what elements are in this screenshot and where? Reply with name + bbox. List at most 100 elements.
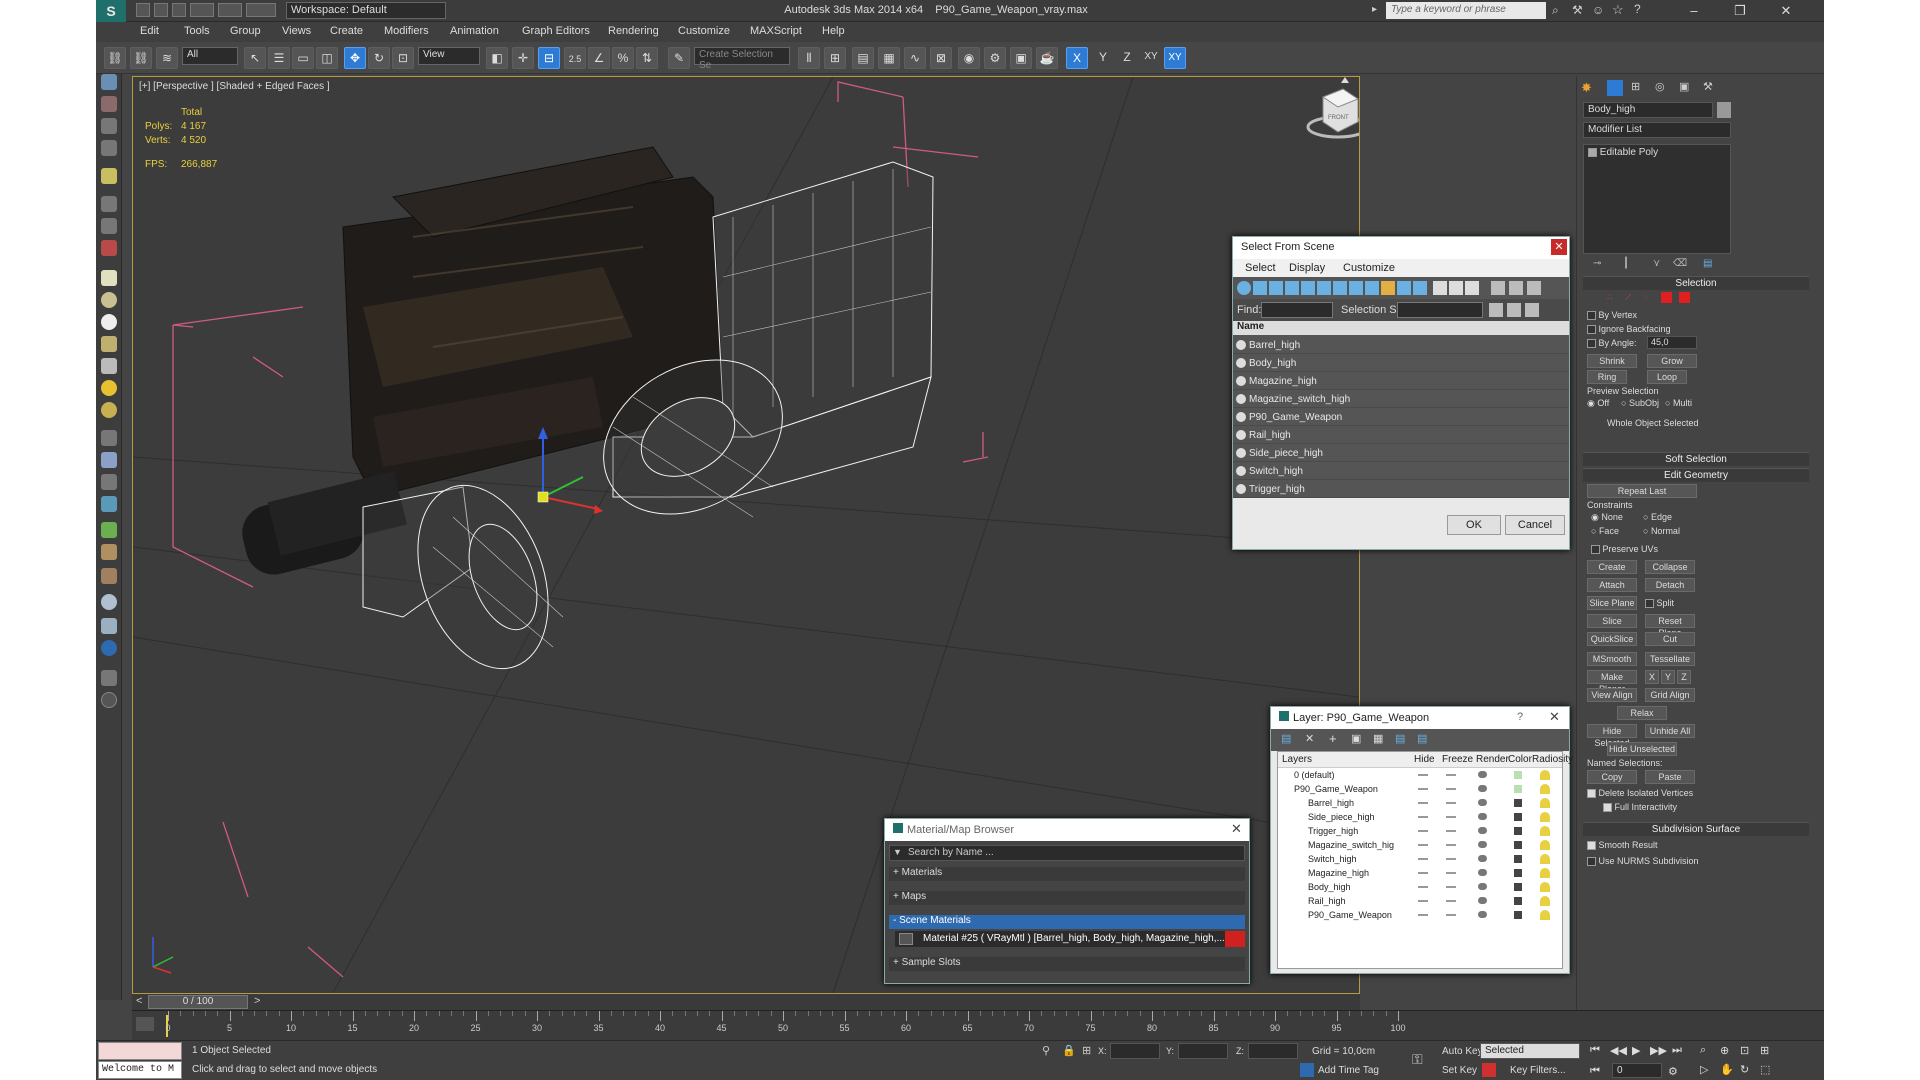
menu-graph-editors[interactable]: Graph Editors [522,25,590,37]
copy-button[interactable]: Copy [1587,770,1637,784]
set-key-mode-icon[interactable] [1482,1063,1496,1077]
select-none-icon[interactable] [1507,303,1521,317]
find-input[interactable] [1261,302,1333,318]
bind-space-warp-icon[interactable]: ≋ [156,47,178,69]
material-editor-icon[interactable]: ◉ [958,47,980,69]
paste-button[interactable]: Paste [1645,770,1695,784]
helper-icon[interactable] [101,196,117,212]
use-nurms-checkbox[interactable] [1587,857,1596,867]
select-objects-icon[interactable]: ▣ [1351,732,1361,745]
scene-object-row[interactable]: Barrel_high [1233,337,1569,354]
border-level-icon[interactable]: ◌ [1643,292,1648,302]
render-setup-icon[interactable]: ⚙ [984,47,1006,69]
render-teapot-icon[interactable] [1478,813,1487,820]
planar-x-button[interactable]: X [1645,670,1659,684]
select-and-move-icon[interactable]: ✥ [344,47,366,69]
groups-filter-icon[interactable] [1333,281,1347,295]
render-production-icon[interactable]: ☕ [1036,47,1058,69]
menu-customize[interactable]: Customize [678,25,730,37]
tessellate-button[interactable]: Tessellate [1645,652,1695,666]
scene-object-row[interactable]: Side_piece_high [1233,445,1569,462]
hide-toggle[interactable] [1418,886,1428,888]
constraint-face-option[interactable]: ○ Face [1591,526,1619,536]
camera-icon[interactable] [101,218,117,234]
set-key-button[interactable]: Set Key [1442,1065,1477,1076]
reference-coordinate-dropdown[interactable]: View [418,47,480,65]
helpers-filter-icon[interactable] [1301,281,1315,295]
prev-frame-icon[interactable]: < [136,995,142,1007]
scene-object-row[interactable]: Rail_high [1233,427,1569,444]
scene-object-row[interactable]: Magazine_high [1233,373,1569,390]
detach-button[interactable]: Detach [1645,578,1695,592]
name-column-header[interactable]: Name [1233,321,1569,335]
close-icon[interactable]: ✕ [1551,239,1567,255]
selection-filter-dropdown[interactable]: All [182,47,238,65]
menu-display[interactable]: Display [1289,262,1325,274]
hair-icon[interactable] [101,568,117,584]
freeze-toggle[interactable] [1446,802,1456,804]
axis-constraint-y[interactable]: Y [1092,47,1114,69]
element-level-icon[interactable] [1679,292,1690,303]
hide-toggle[interactable] [1418,844,1428,846]
utility-icon[interactable] [101,670,117,686]
bones-filter-icon[interactable] [1365,281,1379,295]
menu-modifiers[interactable]: Modifiers [384,25,429,37]
cone-icon[interactable] [101,358,117,374]
select-and-rotate-icon[interactable]: ↻ [368,47,390,69]
select-object-icon[interactable]: ↖ [244,47,266,69]
modify-tab-icon[interactable] [1607,80,1623,96]
ignore-backfacing-checkbox[interactable] [1587,325,1596,335]
menu-select[interactable]: Select [1245,262,1276,274]
display-icon[interactable] [101,618,117,634]
coord-y-field[interactable] [1178,1043,1228,1059]
layer-row[interactable]: Magazine_switch_hig [1278,838,1562,852]
pan-icon[interactable]: ✋ [1720,1063,1734,1076]
col-hide[interactable]: Hide [1414,754,1435,765]
preview-multi-option[interactable]: ○ Multi [1665,398,1692,408]
shrink-button[interactable]: Shrink [1587,354,1637,368]
absolute-mode-icon[interactable]: ⊞ [1082,1044,1091,1057]
ignore-backfacing-option[interactable]: Ignore Backfacing [1587,324,1671,335]
preview-subobj-option[interactable]: ○ SubObj [1621,398,1659,408]
material-entry[interactable]: Material #25 ( VRayMtl ) [Barrel_high, B… [895,931,1245,947]
favorites-star-icon[interactable]: ☆ [1612,2,1624,18]
section-sample-slots[interactable]: + Sample Slots [889,957,1245,971]
scene-object-row[interactable]: Switch_high [1233,463,1569,480]
schematic-view-icon[interactable]: ⊠ [930,47,952,69]
by-angle-option[interactable]: By Angle: [1587,338,1637,349]
full-interactivity-checkbox[interactable] [1603,803,1612,813]
key-mode-dropdown[interactable]: Selected [1480,1043,1580,1059]
edit-geometry-rollout-header[interactable]: Edit Geometry [1583,468,1809,482]
layer-color-swatch[interactable] [1514,841,1522,849]
freeze-toggle[interactable] [1446,774,1456,776]
freeze-toggle[interactable] [1446,830,1456,832]
containers-filter-icon[interactable] [1381,281,1395,295]
zoom-all-icon[interactable]: ⊕ [1720,1044,1729,1057]
help-icon[interactable]: ? [1634,2,1641,16]
hide-toggle[interactable] [1418,872,1428,874]
box-icon[interactable] [101,96,117,112]
freeze-toggle[interactable] [1446,914,1456,916]
next-frame-icon[interactable]: > [254,995,260,1007]
goto-end-icon[interactable]: ⏭ [1672,1044,1682,1057]
menu-rendering[interactable]: Rendering [608,25,659,37]
ok-button[interactable]: OK [1447,515,1501,535]
time-config-icon[interactable]: ⚙ [1668,1065,1678,1078]
axis-constraint-xy[interactable]: XY [1140,47,1162,69]
select-by-name-icon[interactable]: ☰ [268,47,290,69]
fov-icon[interactable]: ▷ [1700,1063,1708,1076]
quickslice-button[interactable]: QuickSlice [1587,632,1637,646]
options-icon[interactable] [1527,281,1541,295]
object-name-field[interactable]: Body_high [1583,102,1713,118]
project-folder-icon[interactable] [246,3,276,17]
render-teapot-icon[interactable] [1478,855,1487,862]
hide-unselected-button[interactable]: Hide Unselected [1607,742,1677,756]
navigate-icon[interactable] [101,474,117,490]
curve-editor-icon[interactable]: ∿ [904,47,926,69]
sphere-icon[interactable] [101,292,117,308]
menu-group[interactable]: Group [230,25,261,37]
sun-icon[interactable] [101,380,117,396]
render-teapot-icon[interactable] [1478,897,1487,904]
remove-modifier-icon[interactable]: ⌫ [1673,258,1687,269]
layer-row[interactable]: Magazine_high [1278,866,1562,880]
